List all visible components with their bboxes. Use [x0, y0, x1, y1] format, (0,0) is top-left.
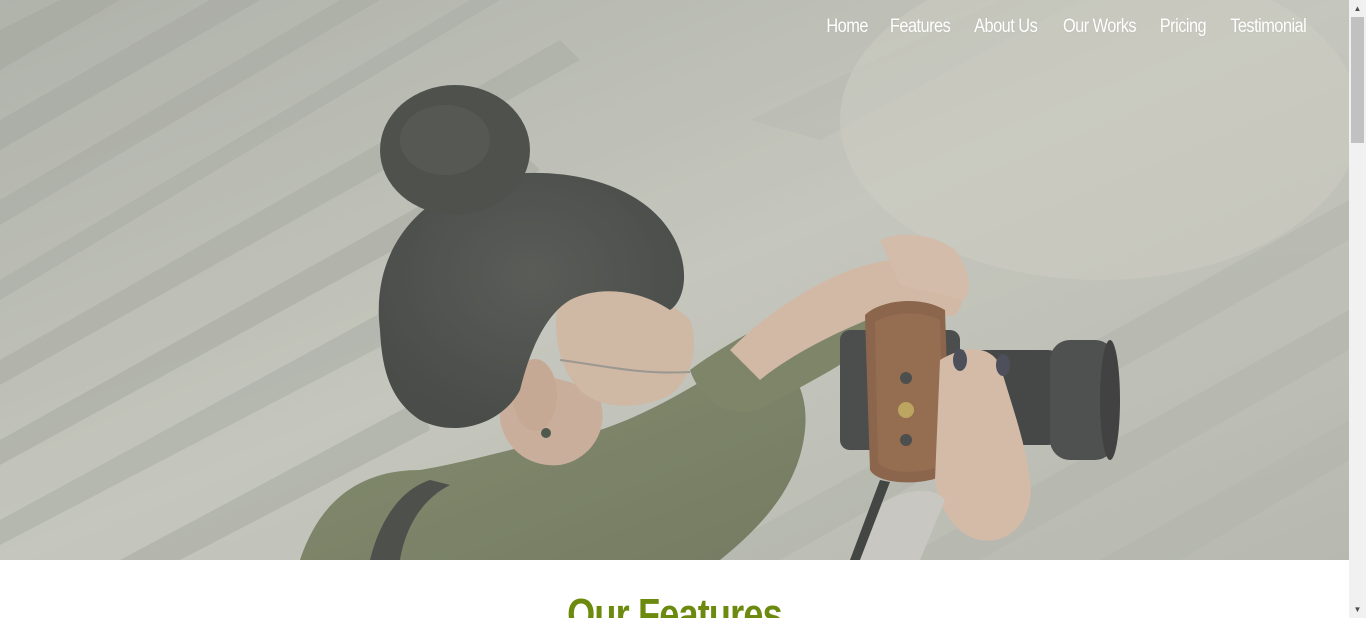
chevron-down-icon[interactable]: ▼	[1349, 601, 1366, 618]
chevron-up-icon[interactable]: ▲	[1349, 0, 1366, 17]
section-title: Our Features	[567, 590, 783, 618]
browser-viewport: Home Features About Us Our Works Pricing…	[0, 0, 1366, 618]
nav-link-pricing[interactable]: Pricing	[1153, 14, 1211, 40]
nav-link-features[interactable]: Features	[884, 14, 956, 40]
nav-link-testimonial[interactable]: Testimonial	[1224, 14, 1312, 40]
page: Home Features About Us Our Works Pricing…	[0, 0, 1349, 618]
hero-photo	[0, 0, 1349, 560]
nav-link-home[interactable]: Home	[820, 14, 874, 40]
nav-link-our-works[interactable]: Our Works	[1057, 14, 1142, 40]
scrollbar-thumb[interactable]	[1351, 17, 1364, 143]
nav-link-about-us[interactable]: About Us	[968, 14, 1043, 40]
hero-section: Home Features About Us Our Works Pricing…	[0, 0, 1349, 560]
features-section: Our Features	[0, 560, 1349, 618]
main-nav: Home Features About Us Our Works Pricing…	[816, 14, 1319, 40]
vertical-scrollbar[interactable]: ▲ ▼	[1349, 0, 1366, 618]
